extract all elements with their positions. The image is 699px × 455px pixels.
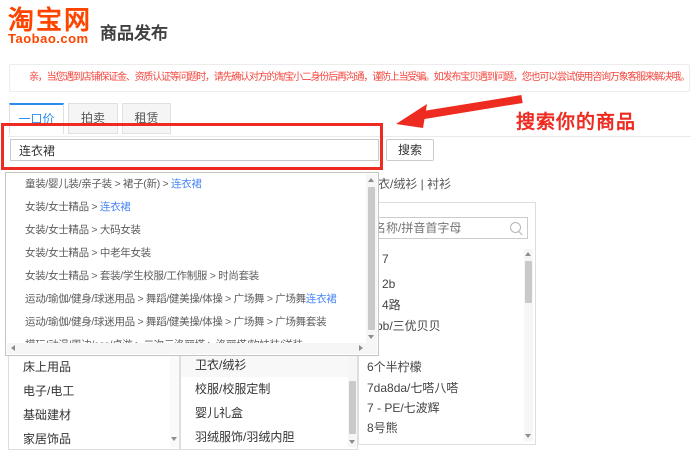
suggestion-item[interactable]: 运动/瑜伽/健身/球迷用品 > 舞蹈/健美操/体操 > 广场舞 > 广场舞套装 <box>25 315 326 329</box>
scroll-left-icon[interactable] <box>11 345 15 351</box>
scrollbar-thumb[interactable] <box>525 261 532 303</box>
scroll-down-icon[interactable] <box>171 437 177 441</box>
category-item[interactable]: 基础建材 <box>9 403 179 427</box>
dropdown-vertical-scrollbar[interactable] <box>366 174 377 343</box>
taobao-publish-page: 淘宝网 Taobao.com 商品发布 亲，当您遇到店铺保证金、资质认证等问题时… <box>0 0 699 455</box>
suggestion-item[interactable]: 女装/女士精品 > 套装/学生校服/工作制服 > 时尚套装 <box>25 269 259 283</box>
brand-item[interactable]: bb/三优贝贝 <box>376 319 441 333</box>
suggestion-item[interactable]: 童装/婴儿装/亲子装 > 裙子(新) > 连衣裙 <box>25 177 202 191</box>
annotation-label: 搜索你的商品 <box>516 107 636 134</box>
category-item[interactable]: 家装主材 <box>9 447 179 450</box>
brand-search-input[interactable] <box>368 217 528 239</box>
annotation-arrow-icon <box>394 92 526 130</box>
search-button[interactable]: 搜索 <box>386 139 434 161</box>
annotation-highlight-rectangle <box>1 123 383 170</box>
category-item[interactable]: 羽绒服饰/羽绒内胆 <box>181 425 357 449</box>
brand-item[interactable]: 7 <box>382 252 389 266</box>
left-column-scrollbar[interactable] <box>170 355 179 447</box>
suggestion-item[interactable]: 女装/女士精品 > 连衣裙 <box>25 200 131 214</box>
scroll-right-icon[interactable] <box>359 345 363 351</box>
suggestion-item[interactable]: 女装/女士精品 > 大码女装 <box>25 223 141 237</box>
scroll-down-icon[interactable] <box>368 335 374 339</box>
scroll-down-icon[interactable] <box>525 434 531 438</box>
scroll-up-icon[interactable] <box>368 178 374 182</box>
brand-item[interactable]: 7da8da/七嗒八嗒 <box>367 381 458 395</box>
category-item-selected[interactable]: 卫衣/绒衫 <box>181 353 357 377</box>
brand-item[interactable]: 2b <box>382 277 395 291</box>
category-item[interactable]: 电子/电工 <box>9 379 179 403</box>
brand-item[interactable]: 6个半柠檬 <box>367 360 422 374</box>
category-item[interactable]: 床上用品 <box>9 355 179 379</box>
middle-column-scrollbar[interactable] <box>348 353 357 447</box>
scroll-up-icon[interactable] <box>525 252 531 256</box>
brand-item[interactable]: 8号熊 <box>367 421 398 435</box>
taobao-logo-cn: 淘宝网 <box>8 6 92 34</box>
dropdown-horizontal-scrollbar[interactable] <box>7 343 367 354</box>
scrollbar-thumb[interactable] <box>349 381 356 434</box>
suggestion-item[interactable]: 运动/瑜伽/健身/球迷用品 > 舞蹈/健美操/体操 > 广场舞 > 广场舞连衣裙 <box>25 292 337 306</box>
page-title: 商品发布 <box>100 19 168 44</box>
search-icon <box>510 222 521 233</box>
brand-item[interactable]: 7 - PE/七波辉 <box>367 401 440 415</box>
category-item[interactable]: 校服/校服定制 <box>181 377 357 401</box>
taobao-logo-en: Taobao.com <box>8 32 92 45</box>
brand-panel: 7 2b 4路 bb/三优贝贝 6个半柠檬 7da8da/七嗒八嗒 7 - PE… <box>358 202 536 445</box>
security-notice-banner: 亲，当您遇到店铺保证金、资质认证等问题时，请先确认对方的淘宝小二身份后再沟通，谨… <box>9 64 690 92</box>
suggestion-item[interactable]: 女装/女士精品 > 中老年女装 <box>25 246 151 260</box>
brand-item[interactable]: 4路 <box>382 298 401 312</box>
category-suggestion-dropdown: 童装/婴儿装/亲子装 > 裙子(新) > 连衣裙 女装/女士精品 > 连衣裙 女… <box>5 172 379 356</box>
taobao-logo[interactable]: 淘宝网 Taobao.com <box>8 6 92 45</box>
scroll-down-icon[interactable] <box>349 440 355 444</box>
category-item[interactable]: 婴儿礼盒 <box>181 401 357 425</box>
brand-list-scrollbar[interactable] <box>524 249 533 441</box>
scrollbar-thumb[interactable] <box>368 187 375 330</box>
scrollbar-corner <box>366 343 377 354</box>
